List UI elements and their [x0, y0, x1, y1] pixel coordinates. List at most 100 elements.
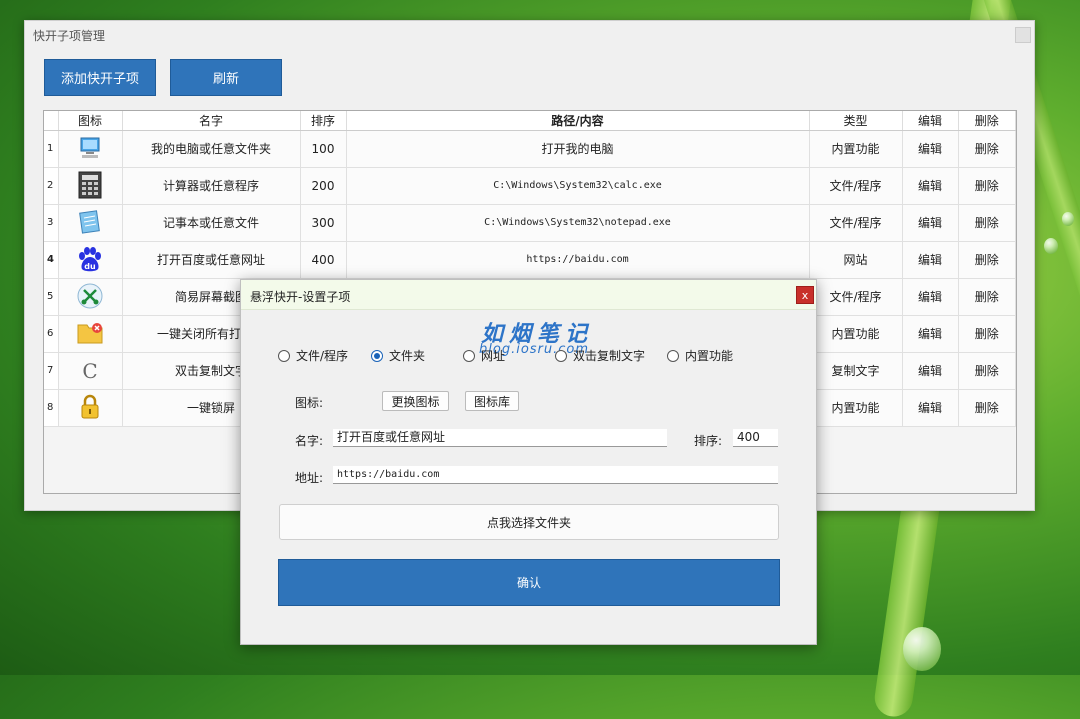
row-number: 5 [44, 278, 59, 316]
row-type: 文件/程序 [809, 278, 903, 316]
choose-folder-button[interactable]: 点我选择文件夹 [279, 504, 779, 540]
row-icon-cell: C [58, 352, 123, 390]
icon-label: 图标: [295, 396, 324, 410]
radio-folder[interactable]: 文件夹 [371, 347, 425, 364]
water-drop [1062, 212, 1074, 226]
radio-double-click-copy[interactable]: 双击复制文字 [555, 347, 645, 364]
row-type: 文件/程序 [809, 167, 903, 205]
row-order: 400 [300, 241, 347, 279]
row-type: 复制文字 [809, 352, 903, 390]
radio-file-program[interactable]: 文件/程序 [278, 347, 348, 364]
window-close-button[interactable] [1015, 27, 1031, 43]
water-drop [1044, 238, 1058, 254]
row-number: 8 [44, 389, 59, 427]
row-icon-cell [58, 167, 123, 205]
notepad-icon [75, 207, 105, 237]
row-name: 我的电脑或任意文件夹 [122, 130, 301, 168]
row-number: 1 [44, 130, 59, 168]
water-drop [903, 627, 941, 671]
row-path: C:\Windows\System32\notepad.exe [346, 204, 810, 242]
add-item-label: 添加快开子项 [60, 72, 139, 87]
row-number: 4 [44, 241, 59, 279]
radio-builtin[interactable]: 内置功能 [667, 347, 733, 364]
row-number: 3 [44, 204, 59, 242]
row-path: C:\Windows\System32\calc.exe [346, 167, 810, 205]
column-header-icon: 图标 [58, 111, 123, 131]
address-input[interactable]: https://baidu.com [333, 466, 778, 484]
row-edit-button[interactable]: 编辑 [902, 241, 959, 279]
row-name: 打开百度或任意网址 [122, 241, 301, 279]
row-delete-button[interactable]: 删除 [958, 278, 1016, 316]
dialog-titlebar[interactable]: 悬浮快开-设置子项 x [241, 280, 816, 310]
row-icon-cell [58, 315, 123, 353]
address-label: 地址: [295, 471, 324, 485]
row-delete-button[interactable]: 删除 [958, 130, 1016, 168]
table-row[interactable]: 2 计算器或任意程序 200 C:\Windows\System32\calc.… [44, 167, 1016, 205]
name-label: 名字: [295, 434, 324, 448]
dialog-close-button[interactable]: x [796, 286, 814, 304]
row-edit-button[interactable]: 编辑 [902, 278, 959, 316]
radio-indicator-selected [371, 349, 383, 362]
row-delete-button[interactable]: 删除 [958, 241, 1016, 279]
confirm-button[interactable]: 确认 [278, 559, 780, 606]
row-delete-button[interactable]: 删除 [958, 352, 1016, 390]
row-number: 6 [44, 315, 59, 353]
refresh-button[interactable]: 刷新 [170, 59, 282, 96]
row-icon-cell: du [58, 241, 123, 279]
row-edit-button[interactable]: 编辑 [902, 352, 959, 390]
column-header-type: 类型 [809, 111, 903, 131]
row-delete-button[interactable]: 删除 [958, 389, 1016, 427]
svg-text:C: C [82, 359, 97, 383]
row-edit-button[interactable]: 编辑 [902, 167, 959, 205]
row-type: 内置功能 [809, 315, 903, 353]
row-type: 内置功能 [809, 389, 903, 427]
copy-text-icon: C [75, 355, 105, 385]
radio-url[interactable]: 网址 [463, 347, 505, 364]
table-row[interactable]: 3 记事本或任意文件 300 C:\Windows\System32\notep… [44, 204, 1016, 242]
row-edit-button[interactable]: 编辑 [902, 204, 959, 242]
icon-library-button[interactable]: 图标库 [465, 391, 519, 411]
row-order: 100 [300, 130, 347, 168]
row-delete-button[interactable]: 删除 [958, 167, 1016, 205]
radio-indicator [555, 349, 567, 362]
lock-icon [75, 392, 105, 422]
row-name: 记事本或任意文件 [122, 204, 301, 242]
name-input[interactable]: 打开百度或任意网址 [333, 429, 667, 447]
choose-folder-label: 点我选择文件夹 [486, 515, 571, 530]
row-order: 300 [300, 204, 347, 242]
table-row[interactable]: 1 我的电脑或任意文件夹 100 打开我的电脑 内置功能 编辑 删除 [44, 130, 1016, 168]
row-icon-cell [58, 389, 123, 427]
row-edit-button[interactable]: 编辑 [902, 389, 959, 427]
row-edit-button[interactable]: 编辑 [902, 130, 959, 168]
row-delete-button[interactable]: 删除 [958, 315, 1016, 353]
change-icon-button[interactable]: 更换图标 [382, 391, 449, 411]
row-delete-button[interactable]: 删除 [958, 204, 1016, 242]
column-header-name: 名字 [122, 111, 301, 131]
row-path: 打开我的电脑 [346, 130, 810, 168]
row-icon-cell [58, 130, 123, 168]
row-icon-cell [58, 204, 123, 242]
refresh-label: 刷新 [212, 72, 239, 87]
column-header-order: 排序 [300, 111, 347, 131]
radio-label: 网址 [481, 349, 506, 363]
column-header-edit: 编辑 [902, 111, 959, 131]
radio-label: 内置功能 [685, 349, 734, 363]
radio-label: 文件夹 [389, 349, 426, 363]
baidu-icon: du [75, 244, 105, 274]
order-input[interactable]: 400 [733, 429, 778, 447]
radio-indicator [278, 349, 290, 362]
order-label: 排序: [694, 434, 723, 448]
add-item-button[interactable]: 添加快开子项 [44, 59, 156, 96]
column-header-path: 路径/内容 [346, 111, 810, 131]
radio-label: 双击复制文字 [573, 349, 646, 363]
row-icon-cell [58, 278, 123, 316]
row-number: 7 [44, 352, 59, 390]
column-header-delete: 删除 [958, 111, 1016, 131]
row-edit-button[interactable]: 编辑 [902, 315, 959, 353]
rownum-header [44, 111, 59, 131]
radio-label: 文件/程序 [296, 349, 349, 363]
table-row[interactable]: 4 du 打开百度或任意网址 400 https://baidu.com 网站 … [44, 241, 1016, 279]
confirm-label: 确认 [516, 576, 541, 590]
row-type: 网站 [809, 241, 903, 279]
row-type: 内置功能 [809, 130, 903, 168]
